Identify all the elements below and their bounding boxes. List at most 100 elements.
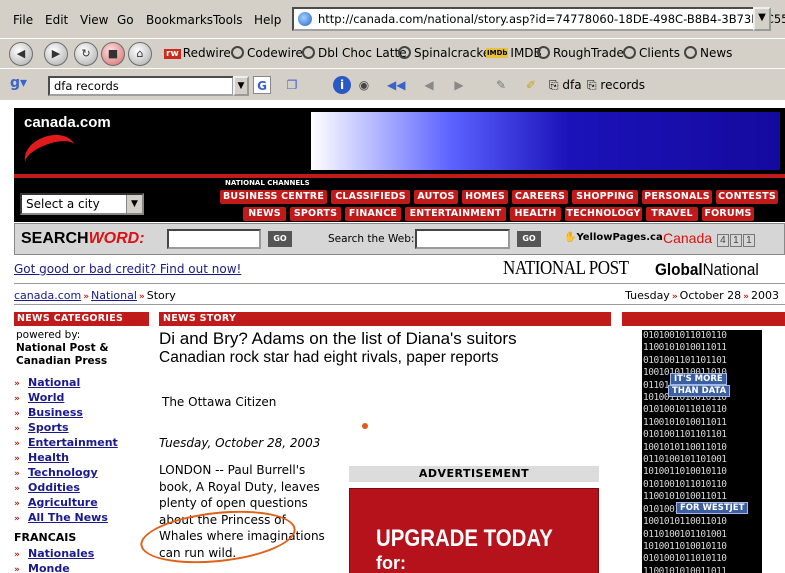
popup-blocker-icon[interactable]: ✎	[492, 76, 510, 94]
double-chevron-icon: »	[14, 514, 20, 524]
channel-sports[interactable]: SPORTS	[290, 207, 341, 221]
sidebar-item-technology[interactable]: » Technology	[14, 465, 149, 480]
address-bar[interactable]: http://canada.com/national/story.asp?id=…	[292, 7, 785, 31]
upgrade-ad[interactable]: UPGRADE TODAY for:	[349, 488, 599, 573]
sidebar-item-monde[interactable]: » Monde	[14, 561, 149, 573]
binary-line: 1010011010010110	[643, 466, 727, 478]
web-page: canada.com NATIONAL CHANNELS Select a ci…	[0, 100, 785, 573]
menu-bookmarks[interactable]: Bookmarks	[146, 13, 213, 27]
search-icon	[231, 46, 244, 59]
channel-travel[interactable]: TRAVEL	[646, 207, 698, 221]
reload-icon: ↻	[81, 47, 91, 60]
bookmark-dbl-choc-latte[interactable]: Dbl Choc Latte	[302, 46, 407, 60]
channel-technology[interactable]: TECHNOLOGY	[565, 207, 642, 221]
story-headline: Di and Bry? Adams on the list of Diana's…	[159, 329, 517, 348]
sidebar-item-business[interactable]: » Business	[14, 405, 149, 420]
bookmark-clients[interactable]: Clients	[623, 46, 680, 60]
channel-forums[interactable]: FORUMS	[702, 207, 754, 221]
canada411-link[interactable]: Canada 411	[663, 230, 755, 247]
bookmark-codewire[interactable]: Codewire	[231, 46, 303, 60]
channel-entertainment[interactable]: ENTERTAINMENT	[405, 207, 506, 221]
channel-classifieds[interactable]: CLASSIFIEDS	[331, 190, 410, 204]
site-search-bar: SEARCHWORD: GO Search the Web: GO ✋Yello…	[14, 223, 785, 255]
search-icon	[302, 46, 315, 59]
channel-homes[interactable]: HOMES	[462, 190, 508, 204]
toolbar-search-input[interactable]: dfa records	[48, 76, 234, 96]
binary-line: 0101001011010110	[643, 478, 727, 490]
channel-contests[interactable]: CONTESTS	[716, 190, 778, 204]
chevron-down-icon[interactable]: ▼	[126, 195, 142, 213]
banner-ad[interactable]	[311, 112, 780, 170]
pagerank-icon[interactable]: ◉	[355, 76, 373, 94]
channel-careers[interactable]: CAREERS	[512, 190, 568, 204]
breadcrumb-national[interactable]: National	[91, 289, 137, 302]
yellowpages-link[interactable]: ✋YellowPages.ca	[564, 232, 663, 243]
menu-file[interactable]: File	[13, 13, 33, 27]
national-post-logo[interactable]: NATIONAL POST	[503, 257, 629, 280]
sidebar-item-all-the-news[interactable]: » All The News	[14, 510, 149, 525]
channel-business-centre[interactable]: BUSINESS CENTRE	[220, 190, 327, 204]
menu-tools[interactable]: Tools	[213, 13, 243, 27]
menu-edit[interactable]: Edit	[45, 13, 68, 27]
bookmark-news[interactable]: News	[684, 46, 732, 60]
sidebar-item-health[interactable]: » Health	[14, 450, 149, 465]
channel-shopping[interactable]: SHOPPING	[572, 190, 638, 204]
sidebar-item-oddities[interactable]: » Oddities	[14, 480, 149, 495]
search-web-go-button[interactable]: GO	[517, 231, 541, 247]
redwire-icon: rw	[164, 49, 181, 59]
bookmark-spinalcracker[interactable]: Spinalcracker	[398, 46, 495, 60]
next-icon[interactable]: ▶	[450, 76, 468, 94]
sidebar-item-entertainment[interactable]: » Entertainment	[14, 435, 149, 450]
channels-title: NATIONAL CHANNELS	[225, 179, 310, 187]
channel-personals[interactable]: PERSONALS	[642, 190, 712, 204]
divider	[14, 304, 785, 305]
back-button[interactable]: ◀	[9, 42, 33, 66]
city-select[interactable]: Select a city ▼	[20, 193, 144, 215]
powered-by: powered by: National Post & Canadian Pre…	[16, 329, 109, 367]
address-url[interactable]: http://canada.com/national/story.asp?id=…	[318, 12, 785, 26]
google-toolbar: g▾ dfa records ▼ G ❐ i ◉ ◀◀ ◀ ▶ ✎ ✐ ⎘ df…	[0, 68, 785, 100]
breadcrumb-separator: »	[83, 292, 90, 302]
credit-promo-link[interactable]: Got good or bad credit? Find out now!	[14, 262, 241, 276]
menu-view[interactable]: View	[80, 13, 108, 27]
rewind-icon[interactable]: ◀◀	[387, 76, 405, 94]
bookmark-imdb[interactable]: IMDb IMDB	[486, 46, 542, 60]
channel-finance[interactable]: FINANCE	[345, 207, 401, 221]
previous-icon[interactable]: ◀	[420, 76, 438, 94]
menu-go[interactable]: Go	[117, 13, 134, 27]
search-dropdown-button[interactable]: ▼	[233, 76, 249, 96]
breadcrumb-home[interactable]: canada.com	[14, 289, 81, 302]
search-web-input[interactable]	[415, 229, 510, 249]
news-story-header: NEWS STORY	[159, 312, 611, 326]
binary-line: 0101001101101101	[643, 429, 727, 441]
page-icon[interactable]: ❐	[283, 76, 301, 94]
searchword-go-button[interactable]: GO	[268, 231, 292, 247]
reload-button[interactable]: ↻	[74, 42, 98, 66]
divider	[14, 283, 785, 284]
sidebar-item-sports[interactable]: » Sports	[14, 420, 149, 435]
sidebar-item-world[interactable]: » World	[14, 390, 149, 405]
highlighter-icon[interactable]: ✐	[522, 76, 540, 94]
sidebar-item-agriculture[interactable]: » Agriculture	[14, 495, 149, 510]
sidebar-item-nationales[interactable]: » Nationales	[14, 546, 149, 561]
address-dropdown-button[interactable]: ▼	[753, 7, 771, 31]
site-logo[interactable]: canada.com	[24, 114, 111, 131]
channel-autos[interactable]: AUTOS	[414, 190, 458, 204]
google-icon[interactable]: g▾	[10, 75, 28, 93]
sidebar-item-national[interactable]: » National	[14, 375, 149, 390]
stop-button[interactable]: ■	[101, 42, 125, 66]
westjet-binary-ad[interactable]: 0101001011010110 1100101010011011 01010011…	[642, 330, 762, 573]
google-search-icon[interactable]: G	[253, 76, 271, 94]
channel-health[interactable]: HEALTH	[510, 207, 561, 221]
global-national-logo[interactable]: GlobalNational	[655, 260, 759, 280]
menu-help[interactable]: Help	[254, 13, 281, 27]
forward-button[interactable]: ▶	[44, 42, 68, 66]
searchword-input[interactable]	[167, 229, 261, 249]
info-icon[interactable]: i	[333, 76, 351, 94]
channel-news[interactable]: NEWS	[243, 207, 286, 221]
bookmark-redwire[interactable]: rw Redwire	[164, 46, 231, 60]
home-button[interactable]: ⌂	[128, 42, 152, 66]
highlight-term-dfa[interactable]: ⎘ dfa	[549, 78, 582, 93]
bookmark-roughtrade[interactable]: RoughTrade	[537, 46, 624, 60]
highlight-term-records[interactable]: ⎘ records	[587, 78, 645, 93]
